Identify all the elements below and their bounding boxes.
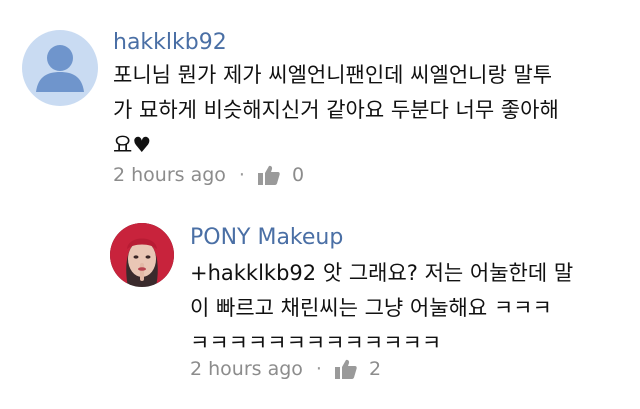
reply-body-line: ㅋㅋㅋㅋㅋㅋㅋㅋㅋㅋㅋㅋㅋ xyxy=(190,331,442,355)
comment-body-line: 포니님 뭔가 제가 씨엘언니팬인데 씨엘언니랑 말투 xyxy=(113,63,553,87)
reply-author[interactable]: PONY Makeup xyxy=(190,225,343,250)
comment-body: 포니님 뭔가 제가 씨엘언니팬인데 씨엘언니랑 말투 가 묘하게 비슷해지신거 … xyxy=(113,58,559,163)
reply-meta: 2 hours ago · 2 xyxy=(190,358,381,380)
comment-author[interactable]: hakklkb92 xyxy=(113,30,227,55)
comment: hakklkb92 포니님 뭔가 제가 씨엘언니팬인데 씨엘언니랑 말투 가 묘… xyxy=(0,0,640,200)
profile-photo[interactable] xyxy=(110,223,174,287)
thumbs-up-icon[interactable] xyxy=(257,165,280,185)
reply-timestamp[interactable]: 2 hours ago xyxy=(190,358,303,380)
thumbs-up-icon[interactable] xyxy=(334,359,357,379)
like-count: 0 xyxy=(291,164,305,186)
comment-meta: 2 hours ago · 0 xyxy=(113,164,304,186)
reply-comment: PONY Makeup +hakklkb92 앗 그래요? 저는 어눌한데 말 … xyxy=(0,200,640,409)
reply-body-line: 이 빠르고 채린씨는 그냥 어눌해요 ㅋㅋㅋ xyxy=(190,296,552,320)
comment-body-line: 요♥ xyxy=(113,133,152,157)
meta-separator: · xyxy=(315,358,322,380)
comment-timestamp[interactable]: 2 hours ago xyxy=(113,164,226,186)
reply-body-line: +hakklkb92 앗 그래요? 저는 어눌한데 말 xyxy=(190,261,574,285)
reply-body: +hakklkb92 앗 그래요? 저는 어눌한데 말 이 빠르고 채린씨는 그… xyxy=(190,256,573,361)
default-user-icon[interactable] xyxy=(22,30,98,106)
meta-separator: · xyxy=(238,164,245,186)
comment-body-line: 가 묘하게 비슷해지신거 같아요 두분다 너무 좋아해 xyxy=(113,98,559,122)
like-count: 2 xyxy=(368,358,382,380)
